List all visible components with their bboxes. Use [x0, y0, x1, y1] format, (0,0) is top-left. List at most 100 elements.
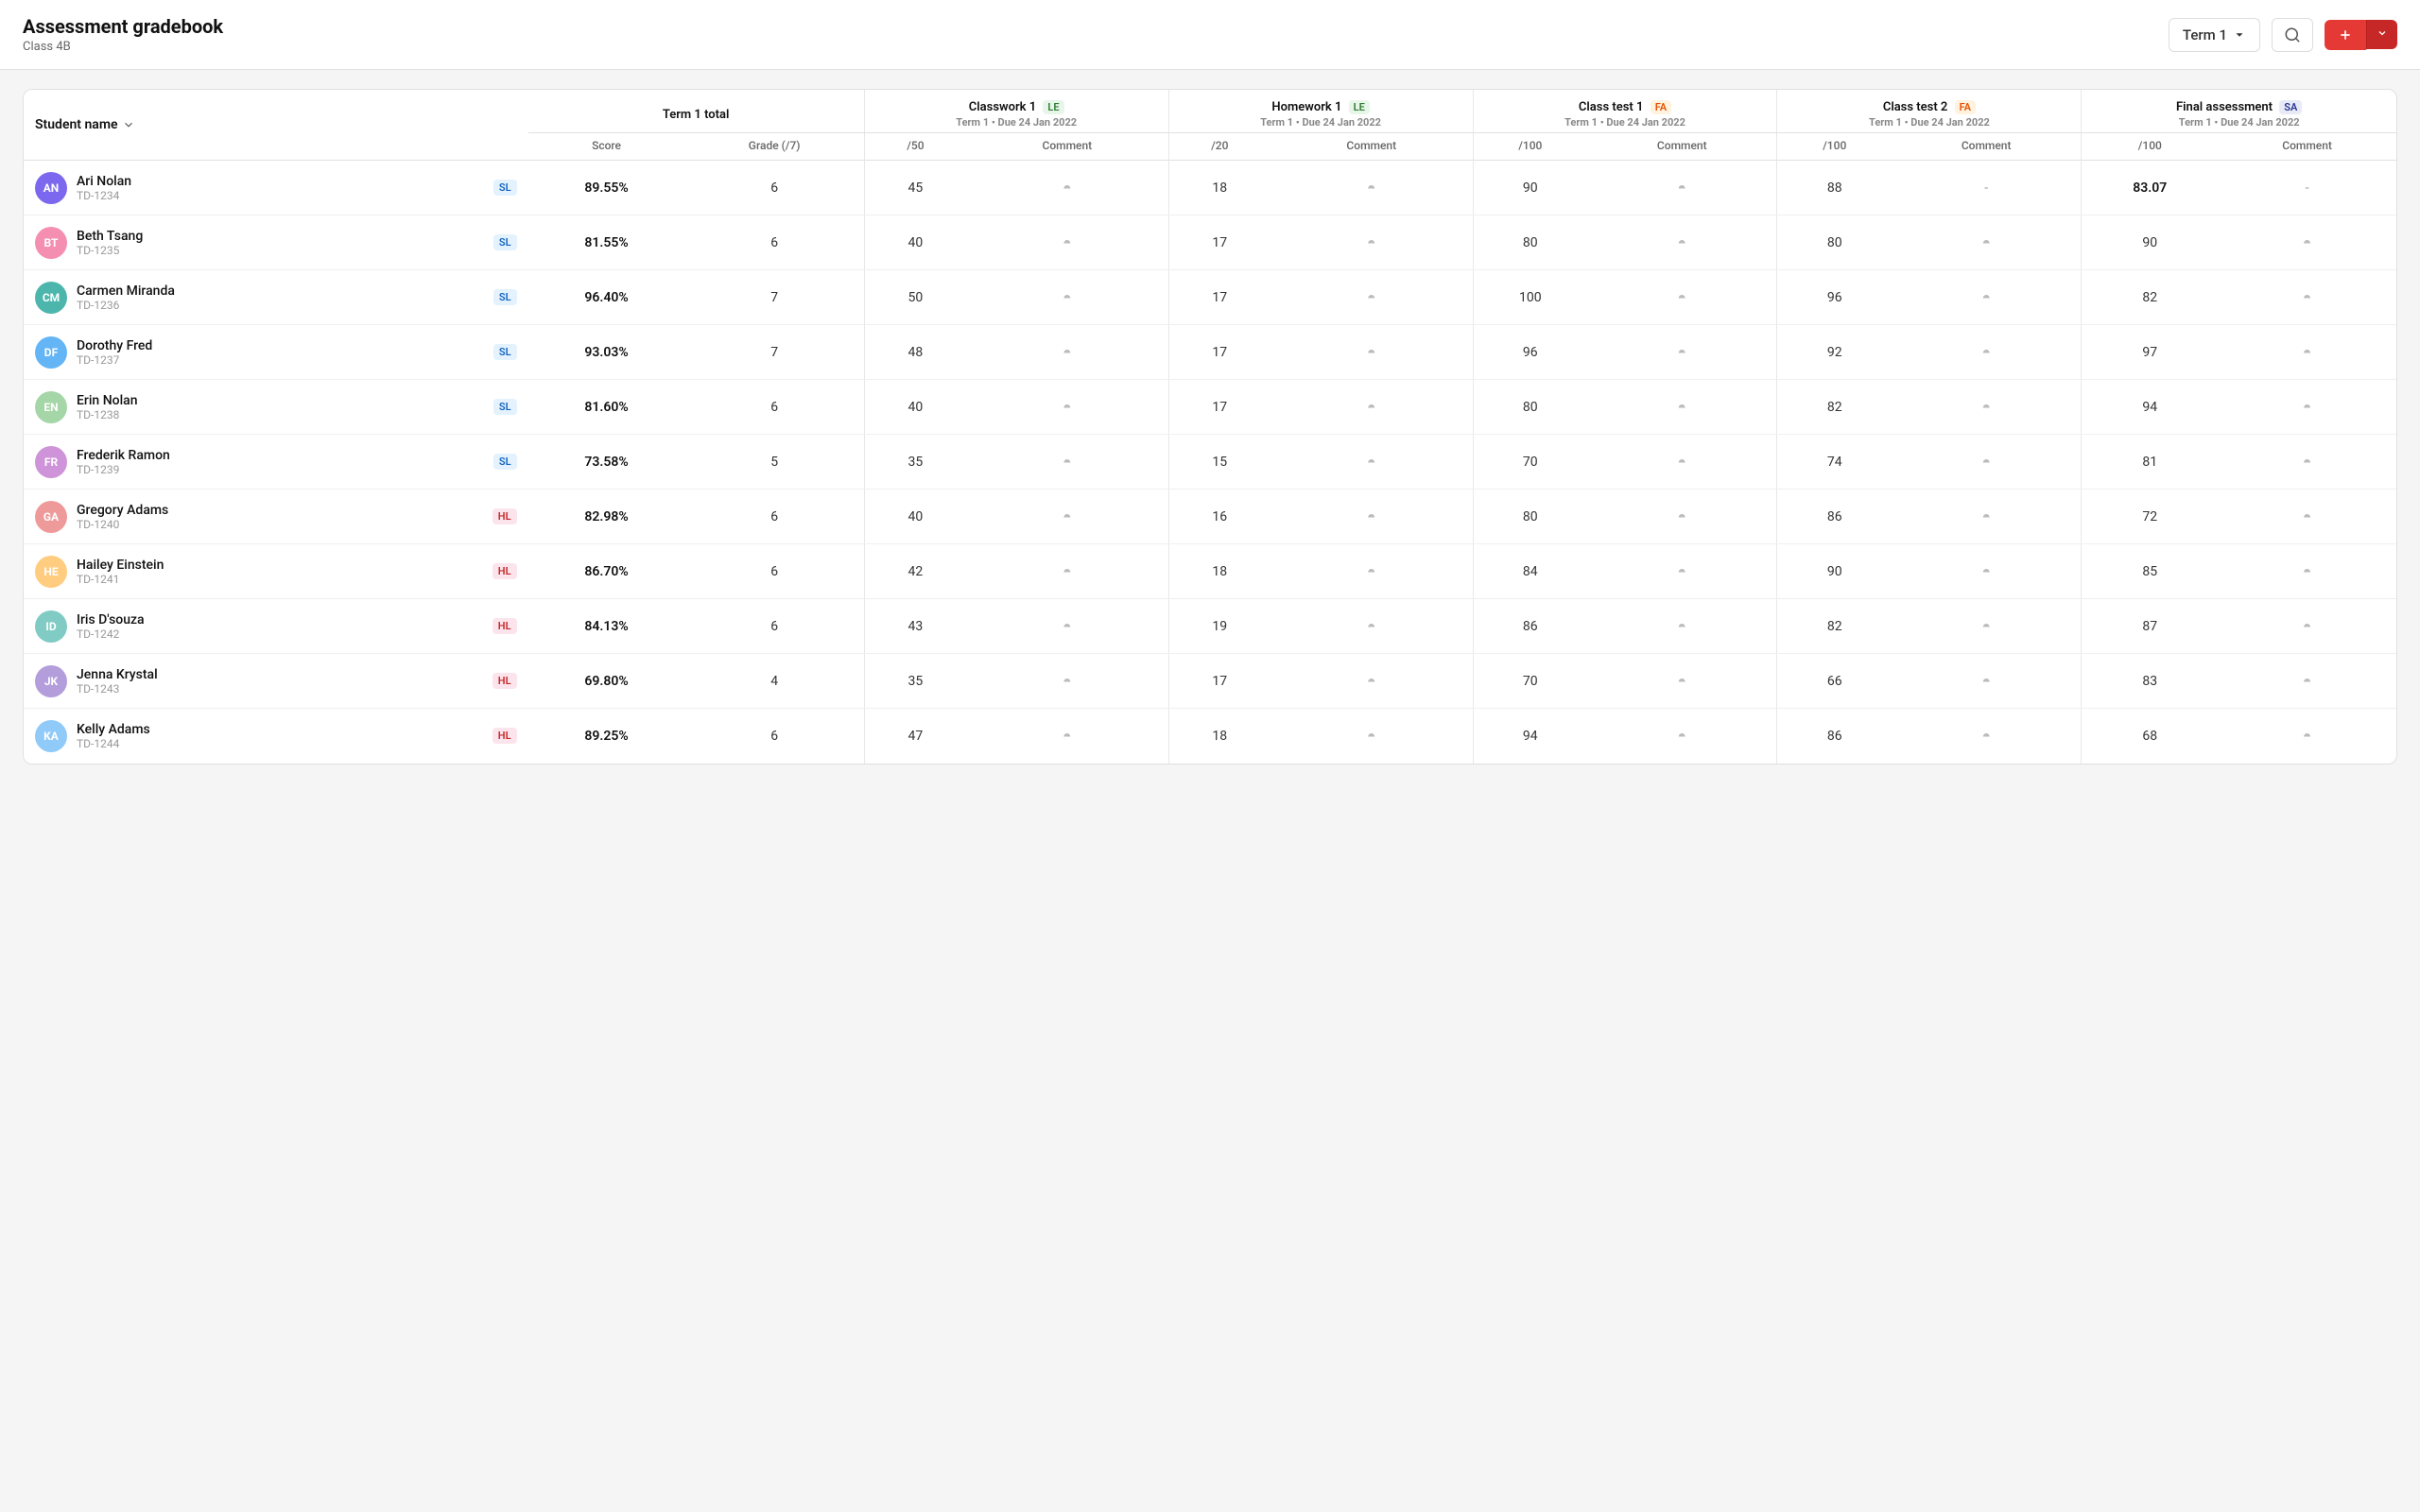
- comment-icon[interactable]: ◓: [1063, 507, 1072, 525]
- cw1-comment-cell[interactable]: ◓: [966, 380, 1168, 435]
- cw1-score-cell[interactable]: 50: [864, 270, 966, 325]
- comment-icon[interactable]: ◓: [2303, 288, 2312, 306]
- hw1-comment-cell[interactable]: ◓: [1270, 325, 1473, 380]
- fa-comment-cell[interactable]: ◓: [2218, 270, 2396, 325]
- ct2-score-cell[interactable]: 90: [1777, 544, 1892, 599]
- comment-icon[interactable]: ◓: [1063, 288, 1072, 306]
- ct2-comment-cell[interactable]: ◓: [1892, 654, 2082, 709]
- ct1-score-cell[interactable]: 70: [1473, 435, 1587, 490]
- ct2-score-cell[interactable]: 86: [1777, 709, 1892, 764]
- comment-icon[interactable]: ◓: [1063, 562, 1072, 580]
- hw1-score-cell[interactable]: 17: [1168, 215, 1270, 270]
- comment-icon[interactable]: ◓: [1981, 672, 1991, 690]
- grade-cell[interactable]: 6: [685, 161, 865, 215]
- ct2-comment-cell[interactable]: ◓: [1892, 325, 2082, 380]
- term-selector[interactable]: Term 1: [2169, 18, 2260, 52]
- student-name[interactable]: Jenna Krystal: [77, 667, 158, 682]
- fa-score-cell[interactable]: 83: [2082, 654, 2218, 709]
- comment-icon[interactable]: ◓: [2303, 617, 2312, 635]
- comment-icon[interactable]: ◓: [2303, 562, 2312, 580]
- comment-icon[interactable]: ◓: [1063, 672, 1072, 690]
- fa-score-cell[interactable]: 81: [2082, 435, 2218, 490]
- ct1-score-cell[interactable]: 100: [1473, 270, 1587, 325]
- fa-score-cell[interactable]: 87: [2082, 599, 2218, 654]
- comment-icon[interactable]: ◓: [1677, 343, 1686, 361]
- comment-icon[interactable]: ◓: [1677, 562, 1686, 580]
- cw1-comment-cell[interactable]: ◓: [966, 490, 1168, 544]
- comment-icon[interactable]: ◓: [1367, 672, 1376, 690]
- cw1-comment-cell[interactable]: ◓: [966, 325, 1168, 380]
- fa-score-cell[interactable]: 85: [2082, 544, 2218, 599]
- fa-comment-cell[interactable]: ◓: [2218, 435, 2396, 490]
- cw1-score-cell[interactable]: 40: [864, 490, 966, 544]
- comment-icon[interactable]: ◓: [1367, 453, 1376, 471]
- ct2-score-cell[interactable]: 82: [1777, 380, 1892, 435]
- ct1-score-cell[interactable]: 94: [1473, 709, 1587, 764]
- hw1-score-cell[interactable]: 17: [1168, 654, 1270, 709]
- grade-cell[interactable]: 6: [685, 380, 865, 435]
- ct2-comment-cell[interactable]: ◓: [1892, 215, 2082, 270]
- fa-comment-cell[interactable]: ◓: [2218, 654, 2396, 709]
- ct2-comment-cell[interactable]: -: [1892, 161, 2082, 215]
- comment-icon[interactable]: ◓: [1981, 288, 1991, 306]
- cw1-comment-cell[interactable]: ◓: [966, 215, 1168, 270]
- comment-icon[interactable]: ◓: [1063, 179, 1072, 197]
- hw1-score-cell[interactable]: 15: [1168, 435, 1270, 490]
- comment-icon[interactable]: ◓: [1981, 453, 1991, 471]
- grade-cell[interactable]: 6: [685, 599, 865, 654]
- fa-comment-cell[interactable]: ◓: [2218, 215, 2396, 270]
- cw1-comment-cell[interactable]: ◓: [966, 654, 1168, 709]
- comment-icon[interactable]: ◓: [1367, 233, 1376, 251]
- cw1-comment-cell[interactable]: ◓: [966, 435, 1168, 490]
- fa-comment-cell[interactable]: ◓: [2218, 599, 2396, 654]
- ct2-score-cell[interactable]: 88: [1777, 161, 1892, 215]
- cw1-score-cell[interactable]: 40: [864, 215, 966, 270]
- comment-icon[interactable]: ◓: [1677, 179, 1686, 197]
- student-name[interactable]: Ari Nolan: [77, 174, 131, 189]
- hw1-score-cell[interactable]: 17: [1168, 380, 1270, 435]
- hw1-comment-cell[interactable]: ◓: [1270, 599, 1473, 654]
- ct2-score-cell[interactable]: 92: [1777, 325, 1892, 380]
- hw1-score-cell[interactable]: 18: [1168, 544, 1270, 599]
- ct2-comment-cell[interactable]: ◓: [1892, 270, 2082, 325]
- ct1-score-cell[interactable]: 86: [1473, 599, 1587, 654]
- ct1-comment-cell[interactable]: ◓: [1587, 654, 1777, 709]
- comment-icon[interactable]: ◓: [1677, 727, 1686, 745]
- hw1-comment-cell[interactable]: ◓: [1270, 490, 1473, 544]
- ct2-comment-cell[interactable]: ◓: [1892, 599, 2082, 654]
- hw1-comment-cell[interactable]: ◓: [1270, 544, 1473, 599]
- comment-icon[interactable]: ◓: [1367, 562, 1376, 580]
- ct2-score-cell[interactable]: 86: [1777, 490, 1892, 544]
- student-name[interactable]: Beth Tsang: [77, 229, 143, 244]
- grade-cell[interactable]: 7: [685, 325, 865, 380]
- comment-icon[interactable]: ◓: [1981, 617, 1991, 635]
- comment-icon[interactable]: ◓: [1063, 453, 1072, 471]
- hw1-comment-cell[interactable]: ◓: [1270, 654, 1473, 709]
- student-name[interactable]: Gregory Adams: [77, 503, 168, 518]
- comment-icon[interactable]: ◓: [1063, 617, 1072, 635]
- cw1-comment-cell[interactable]: ◓: [966, 270, 1168, 325]
- student-name[interactable]: Iris D'souza: [77, 612, 145, 627]
- ct1-score-cell[interactable]: 90: [1473, 161, 1587, 215]
- comment-icon[interactable]: ◓: [2303, 398, 2312, 416]
- ct1-comment-cell[interactable]: ◓: [1587, 380, 1777, 435]
- hw1-comment-cell[interactable]: ◓: [1270, 161, 1473, 215]
- comment-icon[interactable]: ◓: [2303, 507, 2312, 525]
- comment-icon[interactable]: ◓: [1367, 179, 1376, 197]
- fa-score-cell[interactable]: 72: [2082, 490, 2218, 544]
- student-name-sort[interactable]: Student name: [35, 104, 517, 146]
- student-name[interactable]: Hailey Einstein: [77, 558, 164, 573]
- comment-icon[interactable]: ◓: [1677, 233, 1686, 251]
- ct1-score-cell[interactable]: 96: [1473, 325, 1587, 380]
- grade-cell[interactable]: 6: [685, 709, 865, 764]
- fa-comment-cell[interactable]: ◓: [2218, 709, 2396, 764]
- fa-comment-cell[interactable]: ◓: [2218, 544, 2396, 599]
- comment-icon[interactable]: ◓: [2303, 453, 2312, 471]
- hw1-score-cell[interactable]: 19: [1168, 599, 1270, 654]
- fa-score-cell[interactable]: 97: [2082, 325, 2218, 380]
- fa-score-cell[interactable]: 90: [2082, 215, 2218, 270]
- comment-icon[interactable]: ◓: [1367, 507, 1376, 525]
- grade-cell[interactable]: 6: [685, 490, 865, 544]
- hw1-score-cell[interactable]: 17: [1168, 325, 1270, 380]
- ct1-comment-cell[interactable]: ◓: [1587, 215, 1777, 270]
